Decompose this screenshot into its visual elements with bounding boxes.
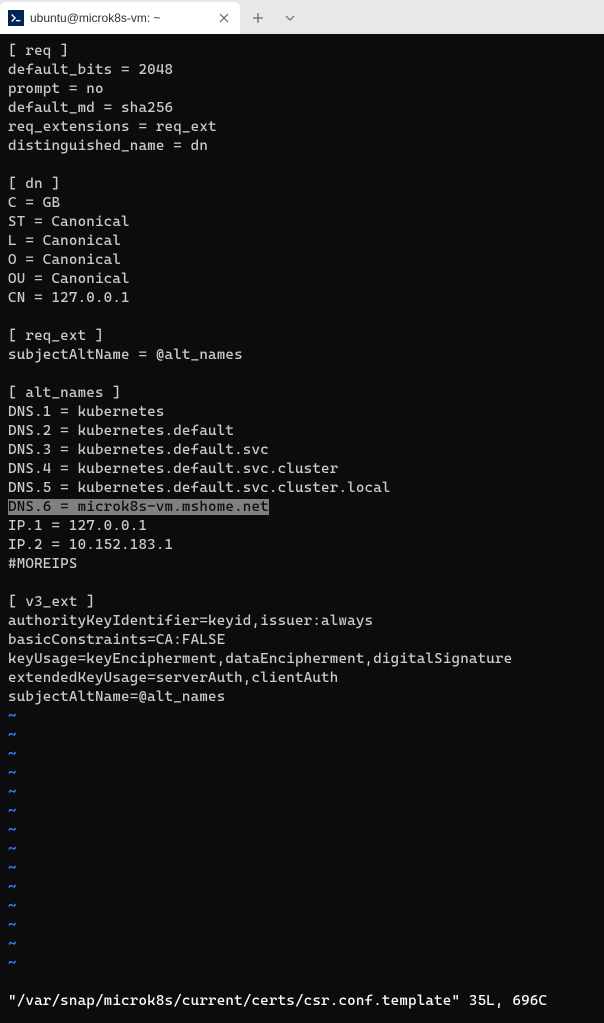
vim-status-line: "/var/snap/microk8s/current/certs/csr.co… [8, 993, 547, 1009]
new-tab-icon[interactable] [248, 9, 268, 28]
powershell-icon [8, 10, 24, 26]
close-icon[interactable] [216, 10, 232, 26]
highlighted-line: DNS.6 = microk8s-vm.mshome.net [8, 499, 269, 515]
chevron-down-icon[interactable] [280, 9, 300, 28]
file-content-after: IP.1 = 127.0.0.1 IP.2 = 10.152.183.1 #MO… [8, 518, 512, 705]
terminal-content[interactable]: [ req ] default_bits = 2048 prompt = no … [0, 34, 604, 1023]
tab-bar: ubuntu@microk8s-vm: ~ [0, 0, 604, 34]
terminal-tab[interactable]: ubuntu@microk8s-vm: ~ [0, 2, 240, 34]
file-content-before: [ req ] default_bits = 2048 prompt = no … [8, 43, 391, 496]
tab-title: ubuntu@microk8s-vm: ~ [30, 11, 210, 25]
vim-tildes: ~ ~ ~ ~ ~ ~ ~ ~ ~ ~ ~ ~ ~ ~ [8, 708, 17, 971]
tab-actions [240, 2, 300, 34]
